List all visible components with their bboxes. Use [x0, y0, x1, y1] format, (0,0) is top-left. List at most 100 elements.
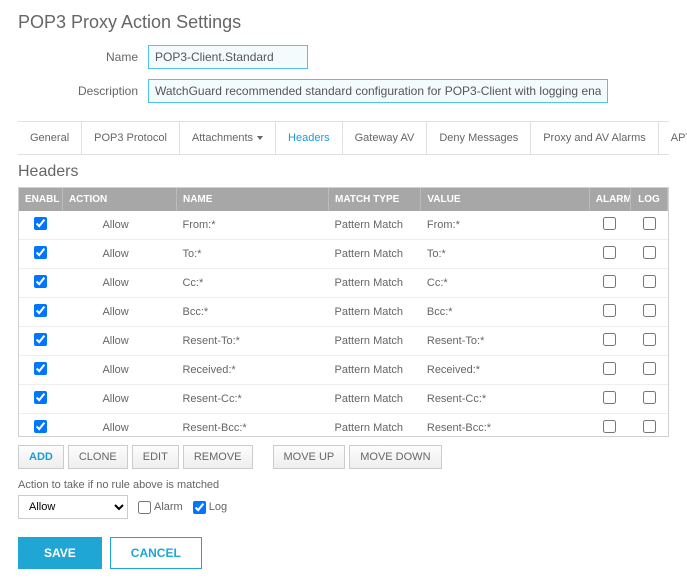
fallback-log-wrap[interactable]: Log	[193, 501, 227, 514]
row-alarm-checkbox[interactable]	[603, 304, 616, 317]
description-label: Description	[18, 84, 148, 98]
row-enable-checkbox[interactable]	[34, 333, 47, 346]
col-log[interactable]: LOG	[631, 188, 668, 211]
remove-button[interactable]: REMOVE	[183, 445, 253, 469]
description-input[interactable]	[148, 79, 608, 103]
clone-button[interactable]: CLONE	[68, 445, 128, 469]
col-name[interactable]: NAME	[176, 188, 328, 211]
row-action: Allow	[62, 356, 176, 385]
tab-label: Proxy and AV Alarms	[543, 132, 646, 144]
row-action: Allow	[62, 298, 176, 327]
row-action: Allow	[62, 414, 176, 438]
row-log-checkbox[interactable]	[643, 275, 656, 288]
headers-table: ENABL ACTION NAME MATCH TYPE VALUE ALARM…	[19, 188, 668, 437]
row-name: Resent-To:*	[176, 327, 328, 356]
col-action[interactable]: ACTION	[62, 188, 176, 211]
tab-headers[interactable]: Headers	[276, 122, 343, 154]
fallback-action-select[interactable]: Allow	[18, 495, 128, 519]
tab-deny-messages[interactable]: Deny Messages	[427, 122, 531, 154]
row-value: Bcc:*	[421, 298, 589, 327]
row-enable-checkbox[interactable]	[34, 420, 47, 433]
fallback-label: Action to take if no rule above is match…	[18, 479, 669, 491]
tab-label: General	[30, 132, 69, 144]
save-button[interactable]: SAVE	[18, 537, 102, 569]
row-alarm-checkbox[interactable]	[603, 217, 616, 230]
table-toolbar: ADD CLONE EDIT REMOVE MOVE UP MOVE DOWN	[18, 445, 669, 469]
tab-general[interactable]: General	[18, 122, 82, 154]
move-down-button[interactable]: MOVE DOWN	[349, 445, 441, 469]
name-input[interactable]	[148, 45, 308, 69]
name-label: Name	[18, 50, 148, 64]
cancel-button[interactable]: CANCEL	[110, 537, 202, 569]
row-value: Cc:*	[421, 269, 589, 298]
col-value[interactable]: VALUE	[421, 188, 589, 211]
row-value: Received:*	[421, 356, 589, 385]
fallback-alarm-wrap[interactable]: Alarm	[138, 501, 183, 514]
row-match: Pattern Match	[329, 385, 421, 414]
tab-pop3-protocol[interactable]: POP3 Protocol	[82, 122, 180, 154]
col-match[interactable]: MATCH TYPE	[329, 188, 421, 211]
tab-attachments[interactable]: Attachments	[180, 122, 276, 154]
row-alarm-checkbox[interactable]	[603, 246, 616, 259]
table-row[interactable]: AllowCc:*Pattern MatchCc:*	[19, 269, 668, 298]
row-match: Pattern Match	[329, 269, 421, 298]
row-alarm-checkbox[interactable]	[603, 275, 616, 288]
edit-button[interactable]: EDIT	[132, 445, 179, 469]
tab-bar: General POP3 ProtocolAttachments Headers Ga…	[18, 121, 669, 155]
col-enable[interactable]: ENABL	[19, 188, 62, 211]
row-value: From:*	[421, 211, 589, 240]
table-row[interactable]: AllowResent-Cc:*Pattern MatchResent-Cc:*	[19, 385, 668, 414]
page-title: POP3 Proxy Action Settings	[18, 12, 669, 33]
row-name: Bcc:*	[176, 298, 328, 327]
row-log-checkbox[interactable]	[643, 391, 656, 404]
row-value: Resent-Bcc:*	[421, 414, 589, 438]
row-name: From:*	[176, 211, 328, 240]
headers-table-wrap[interactable]: ENABL ACTION NAME MATCH TYPE VALUE ALARM…	[18, 187, 669, 437]
row-match: Pattern Match	[329, 298, 421, 327]
table-row[interactable]: AllowBcc:*Pattern MatchBcc:*	[19, 298, 668, 327]
tab-label: Headers	[288, 132, 330, 144]
tab-label: APT Blocker	[671, 132, 687, 144]
row-enable-checkbox[interactable]	[34, 217, 47, 230]
table-row[interactable]: AllowFrom:*Pattern MatchFrom:*	[19, 211, 668, 240]
row-alarm-checkbox[interactable]	[603, 333, 616, 346]
row-log-checkbox[interactable]	[643, 217, 656, 230]
fallback-alarm-label: Alarm	[154, 501, 183, 513]
fallback-log-label: Log	[209, 501, 227, 513]
tab-label: Gateway AV	[355, 132, 415, 144]
table-row[interactable]: AllowResent-To:*Pattern MatchResent-To:*	[19, 327, 668, 356]
row-enable-checkbox[interactable]	[34, 304, 47, 317]
tab-apt-blocker[interactable]: APT Blocker	[659, 122, 687, 154]
row-log-checkbox[interactable]	[643, 333, 656, 346]
row-value: Resent-To:*	[421, 327, 589, 356]
row-enable-checkbox[interactable]	[34, 391, 47, 404]
col-alarm[interactable]: ALARM	[589, 188, 630, 211]
row-log-checkbox[interactable]	[643, 304, 656, 317]
add-button[interactable]: ADD	[18, 445, 64, 469]
row-enable-checkbox[interactable]	[34, 362, 47, 375]
row-action: Allow	[62, 240, 176, 269]
row-match: Pattern Match	[329, 240, 421, 269]
tab-gateway-av[interactable]: Gateway AV	[343, 122, 428, 154]
row-match: Pattern Match	[329, 211, 421, 240]
row-enable-checkbox[interactable]	[34, 246, 47, 259]
row-alarm-checkbox[interactable]	[603, 362, 616, 375]
table-row[interactable]: AllowTo:*Pattern MatchTo:*	[19, 240, 668, 269]
tab-label: Deny Messages	[439, 132, 518, 144]
table-row[interactable]: AllowResent-Bcc:*Pattern MatchResent-Bcc…	[19, 414, 668, 438]
move-up-button[interactable]: MOVE UP	[273, 445, 346, 469]
tab-proxy-and-av-alarms[interactable]: Proxy and AV Alarms	[531, 122, 659, 154]
fallback-alarm-checkbox[interactable]	[138, 501, 151, 514]
row-action: Allow	[62, 211, 176, 240]
row-enable-checkbox[interactable]	[34, 275, 47, 288]
row-name: Resent-Bcc:*	[176, 414, 328, 438]
row-alarm-checkbox[interactable]	[603, 391, 616, 404]
row-log-checkbox[interactable]	[643, 420, 656, 433]
row-action: Allow	[62, 269, 176, 298]
row-log-checkbox[interactable]	[643, 246, 656, 259]
row-alarm-checkbox[interactable]	[603, 420, 616, 433]
fallback-log-checkbox[interactable]	[193, 501, 206, 514]
chevron-down-icon	[257, 136, 263, 140]
table-row[interactable]: AllowReceived:*Pattern MatchReceived:*	[19, 356, 668, 385]
row-log-checkbox[interactable]	[643, 362, 656, 375]
